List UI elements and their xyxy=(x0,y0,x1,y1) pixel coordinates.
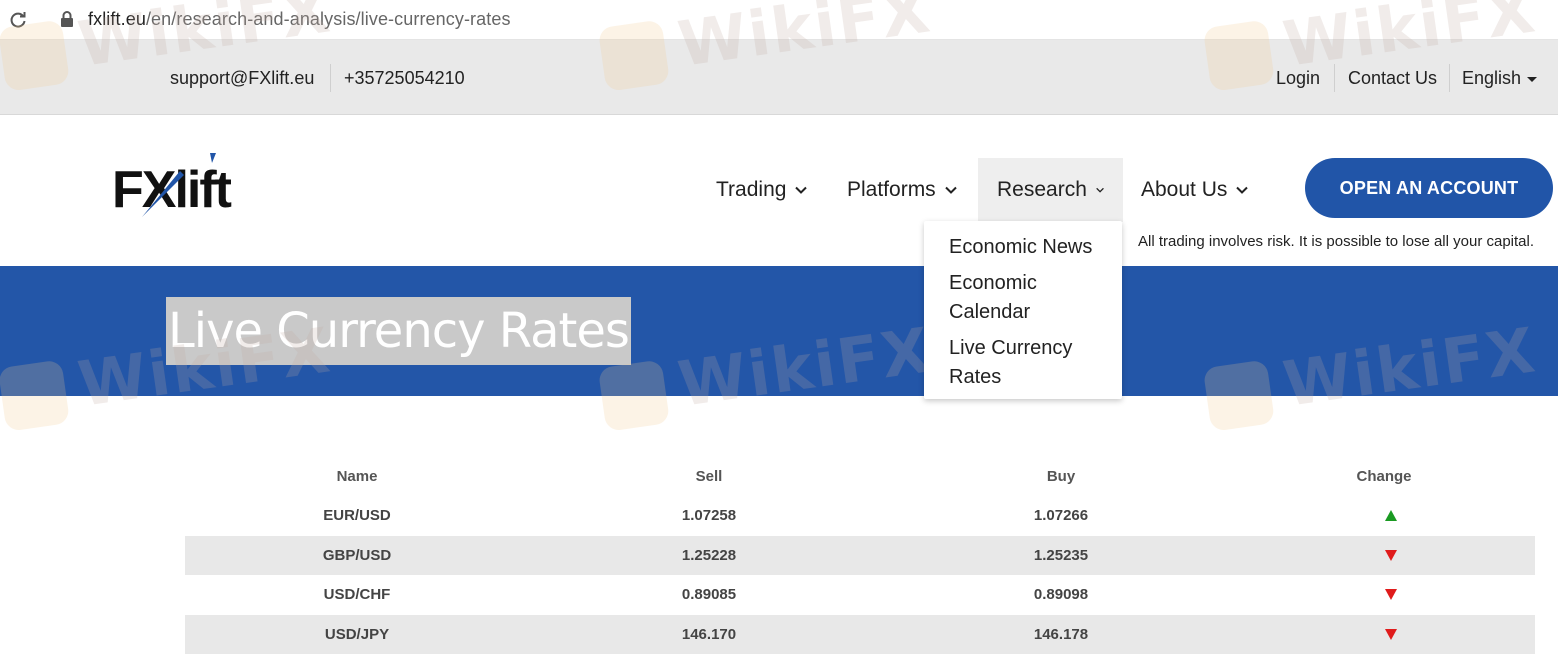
buy-price: 0.89098 xyxy=(1033,586,1089,604)
open-account-button[interactable]: OPEN AN ACCOUNT xyxy=(1305,158,1553,218)
menu-item-live-currency-rates[interactable]: Live Currency Rates xyxy=(949,334,1102,392)
nav-platforms-label: Platforms xyxy=(847,178,936,201)
page-title: Live Currency Rates xyxy=(166,297,631,365)
divider xyxy=(1449,64,1450,92)
url-host: fxlift.eu xyxy=(88,9,146,29)
chevron-down-icon xyxy=(1096,187,1104,193)
change-cell xyxy=(1233,615,1535,655)
sell-price: 1.25228 xyxy=(681,546,737,564)
url-field[interactable]: fxlift.eu/en/research-and-analysis/live-… xyxy=(88,9,511,30)
browser-address-bar: fxlift.eu/en/research-and-analysis/live-… xyxy=(0,0,1558,40)
risk-warning: All trading involves risk. It is possibl… xyxy=(1138,233,1535,250)
pair-name: EUR/USD xyxy=(323,507,391,525)
chevron-down-icon xyxy=(944,186,957,194)
nav-research[interactable]: Research xyxy=(978,158,1123,222)
chevron-down-icon xyxy=(795,186,808,194)
page-banner: Live Currency Rates xyxy=(0,266,1558,396)
url-path: /en/research-and-analysis/live-currency-… xyxy=(145,9,511,29)
nav-about-us-label: About Us xyxy=(1141,178,1228,201)
buy-price: 146.178 xyxy=(1033,625,1089,643)
currency-rates-table: Name Sell Buy Change EUR/USD 1.07258 1.0… xyxy=(185,456,1535,654)
pair-name: USD/CHF xyxy=(323,586,391,604)
logo-text: FXlift xyxy=(112,161,232,219)
table-row: GBP/USD 1.25228 1.25235 xyxy=(185,535,1535,576)
arrow-down-icon xyxy=(1385,628,1397,640)
nav-trading[interactable]: Trading xyxy=(697,158,826,222)
arrow-down-icon xyxy=(1385,589,1397,601)
fxlift-logo[interactable]: FXlift xyxy=(112,151,272,223)
reload-icon[interactable] xyxy=(8,10,28,30)
language-label: English xyxy=(1462,68,1522,88)
chevron-down-icon xyxy=(1236,186,1249,194)
menu-item-economic-calendar[interactable]: Economic Calendar xyxy=(949,269,1102,327)
contact-us-link[interactable]: Contact Us xyxy=(1348,68,1437,89)
column-header-name: Name xyxy=(336,467,378,485)
table-row: EUR/USD 1.07258 1.07266 xyxy=(185,496,1535,536)
site-header: FXlift Trading Platforms Research About … xyxy=(0,115,1558,266)
language-selector[interactable]: English xyxy=(1462,68,1538,89)
table-row: USD/JPY 146.170 146.178 xyxy=(185,614,1535,655)
phone-link[interactable]: +35725054210 xyxy=(344,68,465,89)
arrow-up-icon xyxy=(1385,510,1397,522)
menu-item-economic-news[interactable]: Economic News xyxy=(949,233,1102,262)
sell-price: 146.170 xyxy=(681,625,737,643)
arrow-down-icon xyxy=(1385,549,1397,561)
pair-name: USD/JPY xyxy=(324,625,390,643)
divider xyxy=(1334,64,1335,92)
change-cell xyxy=(1233,496,1535,536)
sell-price: 1.07258 xyxy=(681,507,737,525)
buy-price: 1.25235 xyxy=(1033,546,1089,564)
nav-about-us[interactable]: About Us xyxy=(1122,158,1267,222)
login-link[interactable]: Login xyxy=(1276,68,1320,89)
nav-trading-label: Trading xyxy=(716,178,787,201)
pair-name: GBP/USD xyxy=(322,546,392,564)
column-header-sell: Sell xyxy=(695,467,723,485)
support-email-link[interactable]: support@FXlift.eu xyxy=(170,68,314,89)
buy-price: 1.07266 xyxy=(1033,507,1089,525)
change-cell xyxy=(1233,536,1535,576)
nav-platforms[interactable]: Platforms xyxy=(828,158,976,222)
sell-price: 0.89085 xyxy=(681,586,737,604)
table-header-row: Name Sell Buy Change xyxy=(185,456,1535,496)
nav-research-label: Research xyxy=(997,178,1087,201)
research-dropdown-menu: Economic News Economic Calendar Live Cur… xyxy=(924,221,1122,399)
column-header-change: Change xyxy=(1356,467,1412,485)
column-header-buy: Buy xyxy=(1046,467,1076,485)
top-contact-bar: support@FXlift.eu +35725054210 Login Con… xyxy=(0,40,1558,115)
table-row: USD/CHF 0.89085 0.89098 xyxy=(185,575,1535,615)
change-cell xyxy=(1233,575,1535,615)
caret-down-icon xyxy=(1527,76,1538,82)
lock-icon xyxy=(61,11,73,27)
divider xyxy=(330,64,331,92)
